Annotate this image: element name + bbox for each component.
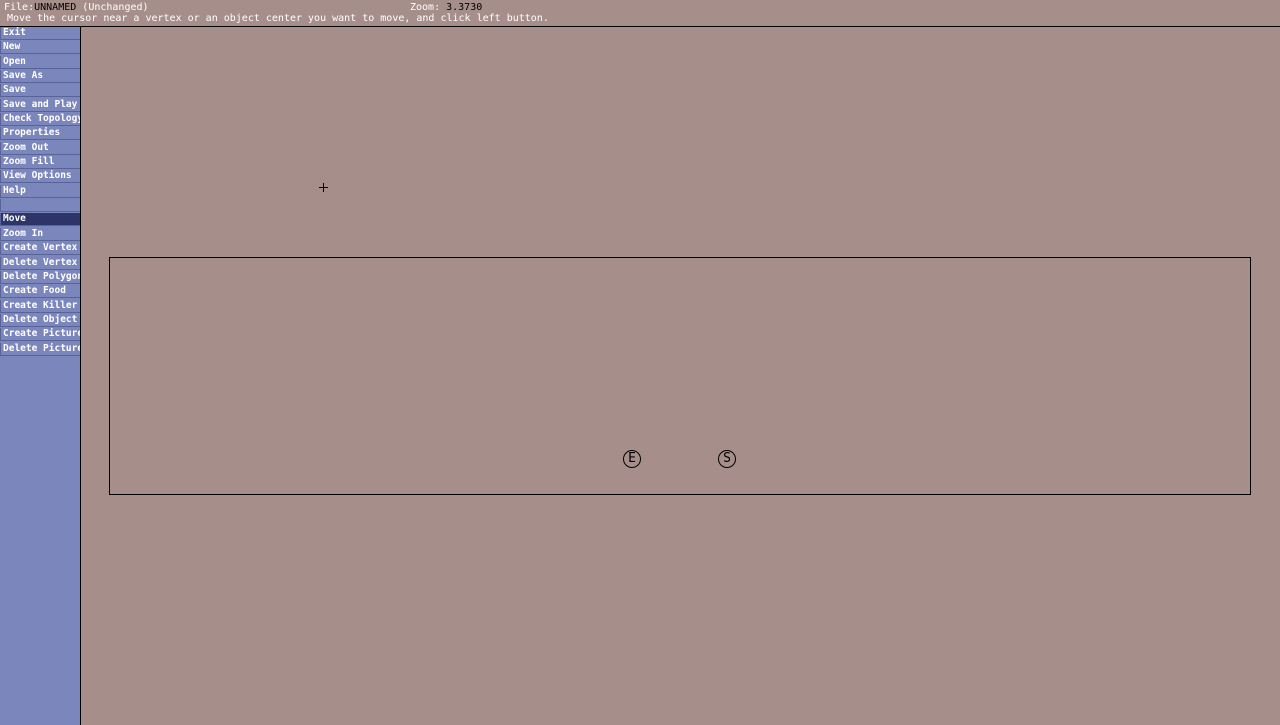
level-polygon[interactable] xyxy=(109,257,1251,495)
save-button[interactable]: Save xyxy=(0,84,80,98)
zoom-fill-button[interactable]: Zoom Fill xyxy=(0,156,80,170)
delete-object-tool-button[interactable]: Delete Object xyxy=(0,313,80,327)
create-food-tool-button[interactable]: Create Food xyxy=(0,285,80,299)
open-button[interactable]: Open xyxy=(0,55,80,69)
properties-button[interactable]: Properties xyxy=(0,127,80,141)
new-button[interactable]: New xyxy=(0,41,80,55)
sidebar-menu: Exit New Open Save As Save Save and Play… xyxy=(0,27,81,725)
menu-separator xyxy=(0,199,80,213)
create-killer-tool-button[interactable]: Create Killer xyxy=(0,299,80,313)
delete-polygon-tool-button[interactable]: Delete Polygon xyxy=(0,270,80,284)
delete-picture-tool-button[interactable]: Delete Picture xyxy=(0,342,80,356)
exit-button[interactable]: Exit xyxy=(0,27,80,40)
zoom-in-tool-button[interactable]: Zoom In xyxy=(0,227,80,241)
exit-object[interactable]: E xyxy=(623,450,641,468)
start-object[interactable]: S xyxy=(718,450,736,468)
save-and-play-button[interactable]: Save and Play xyxy=(0,98,80,112)
file-label: File: xyxy=(4,2,35,13)
help-button[interactable]: Help xyxy=(0,184,80,198)
check-topology-button[interactable]: Check Topology xyxy=(0,113,80,127)
create-vertex-tool-button[interactable]: Create Vertex xyxy=(0,242,80,256)
file-name: UNNAMED xyxy=(34,2,77,13)
zoom-label: Zoom: xyxy=(410,2,447,13)
zoom-out-button[interactable]: Zoom Out xyxy=(0,141,80,155)
view-options-button[interactable]: View Options xyxy=(0,170,80,184)
move-tool-button[interactable]: Move xyxy=(0,213,80,227)
header-bar: File:UNNAMED (Unchanged) Zoom: 3.3730 Mo… xyxy=(0,0,1280,27)
file-state: (Unchanged) xyxy=(82,2,149,13)
delete-vertex-tool-button[interactable]: Delete Vertex xyxy=(0,256,80,270)
zoom-value: 3.3730 xyxy=(446,2,483,13)
save-as-button[interactable]: Save As xyxy=(0,70,80,84)
create-picture-tool-button[interactable]: Create Picture xyxy=(0,328,80,342)
crosshair-cursor-icon xyxy=(319,183,328,192)
status-message: Move the cursor near a vertex or an obje… xyxy=(7,13,549,24)
